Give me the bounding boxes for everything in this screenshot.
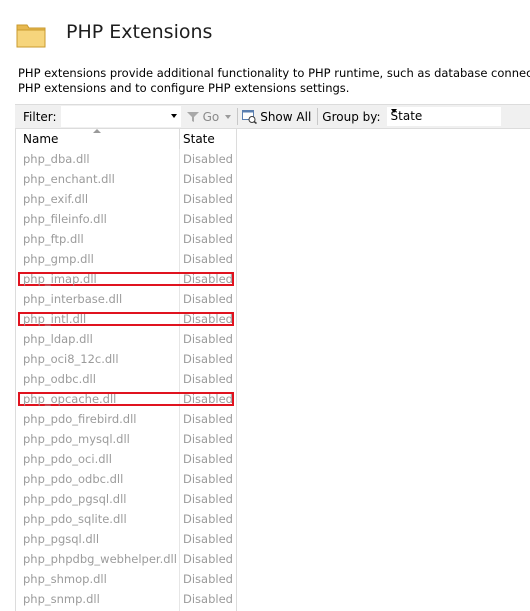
extension-name: php_snmp.dll <box>23 592 100 606</box>
extension-state: Disabled <box>183 452 233 466</box>
table-row[interactable]: php_enchant.dll Disabled <box>16 169 236 189</box>
extension-name: php_interbase.dll <box>23 292 123 306</box>
table-row[interactable]: php_pdo_firebird.dll Disabled <box>16 409 236 429</box>
extension-name: php_pdo_mysql.dll <box>23 432 130 446</box>
table-row[interactable]: php_pdo_pgsql.dll Disabled <box>16 489 236 509</box>
extension-state: Disabled <box>183 272 233 286</box>
extension-state: Disabled <box>183 372 233 386</box>
chevron-down-icon[interactable] <box>170 114 177 118</box>
extension-state: Disabled <box>183 172 233 186</box>
extension-state: Disabled <box>183 472 233 486</box>
extension-state: Disabled <box>183 572 233 586</box>
table-row[interactable]: php_pdo_oci.dll Disabled <box>16 449 236 469</box>
extension-name: php_gmp.dll <box>23 252 94 266</box>
extension-name: php_ftp.dll <box>23 232 84 246</box>
table-row[interactable]: php_shmop.dll Disabled <box>16 569 236 589</box>
table-row[interactable]: php_oci8_12c.dll Disabled <box>16 349 236 369</box>
table-row[interactable]: php_exif.dll Disabled <box>16 189 236 209</box>
table-row[interactable]: php_dba.dll Disabled <box>16 149 236 169</box>
chevron-down-icon[interactable] <box>390 109 397 113</box>
go-button[interactable]: Go <box>186 109 232 124</box>
table-row[interactable]: php_ldap.dll Disabled <box>16 329 236 349</box>
description-line-2: PHP extensions and to configure PHP exte… <box>18 81 350 95</box>
extension-state: Disabled <box>183 592 233 606</box>
extension-name: php_phpdbg_webhelper.dll <box>23 552 177 566</box>
table-row[interactable]: php_pdo_mysql.dll Disabled <box>16 429 236 449</box>
extension-state: Disabled <box>183 252 233 266</box>
show-all-button[interactable]: Show All <box>242 109 312 124</box>
extension-state: Disabled <box>183 332 233 346</box>
page-header: PHP Extensions <box>0 0 530 62</box>
extension-state: Disabled <box>183 512 233 526</box>
extension-state: Disabled <box>183 292 233 306</box>
go-dropdown-icon[interactable] <box>225 114 232 119</box>
filter-toolbar: Filter: Go Show All Group by: State <box>15 104 530 129</box>
table-row[interactable]: php_opcache.dll Disabled <box>16 389 236 409</box>
extension-state: Disabled <box>183 552 233 566</box>
extension-state: Disabled <box>183 432 233 446</box>
filter-combobox[interactable] <box>60 106 181 127</box>
extension-name: php_pgsql.dll <box>23 532 100 546</box>
extensions-grid: Name State php_dba.dll Disabled php_enchan… <box>15 129 237 611</box>
table-row[interactable]: php_pdo_sqlite.dll Disabled <box>16 509 236 529</box>
table-row[interactable]: php_ftp.dll Disabled <box>16 229 236 249</box>
table-row[interactable]: php_pgsql.dll Disabled <box>16 529 236 549</box>
page-description: PHP extensions provide additional functi… <box>18 66 530 96</box>
extension-state: Disabled <box>183 152 233 166</box>
extension-state: Disabled <box>183 232 233 246</box>
extension-name: php_pdo_firebird.dll <box>23 412 137 426</box>
extension-name: php_fileinfo.dll <box>23 212 107 226</box>
group-by-label: Group by: <box>322 109 381 124</box>
extension-state: Disabled <box>183 412 233 426</box>
extension-state: Disabled <box>183 312 233 326</box>
table-row[interactable]: php_phpdbg_webhelper.dll Disabled <box>16 549 236 569</box>
extension-name: php_pdo_odbc.dll <box>23 472 124 486</box>
toolbar-separator <box>317 108 319 125</box>
extension-name: php_exif.dll <box>23 192 89 206</box>
extension-name: php_oci8_12c.dll <box>23 352 119 366</box>
table-row[interactable]: php_fileinfo.dll Disabled <box>16 209 236 229</box>
description-line-1: PHP extensions provide additional functi… <box>18 66 530 80</box>
funnel-icon <box>186 111 199 122</box>
extension-name: php_dba.dll <box>23 152 90 166</box>
extension-name: php_opcache.dll <box>23 392 117 406</box>
extension-name: php_enchant.dll <box>23 172 115 186</box>
extension-name: php_pdo_oci.dll <box>23 452 112 466</box>
table-row[interactable]: php_gmp.dll Disabled <box>16 249 236 269</box>
folder-icon <box>16 24 46 48</box>
extension-state: Disabled <box>183 352 233 366</box>
extension-state: Disabled <box>183 392 233 406</box>
sort-ascending-icon <box>93 129 101 133</box>
table-row[interactable]: php_imap.dll Disabled <box>16 269 236 289</box>
page-title: PHP Extensions <box>66 21 213 43</box>
extension-name: php_ldap.dll <box>23 332 93 346</box>
extension-state: Disabled <box>183 192 233 206</box>
show-all-icon <box>242 109 258 124</box>
extension-name: php_pdo_sqlite.dll <box>23 512 127 526</box>
extension-name: php_intl.dll <box>23 312 87 326</box>
extension-state: Disabled <box>183 212 233 226</box>
go-label: Go <box>202 109 220 124</box>
extension-state: Disabled <box>183 532 233 546</box>
extension-state: Disabled <box>183 492 233 506</box>
table-row[interactable]: php_intl.dll Disabled <box>16 309 236 329</box>
filter-label: Filter: <box>23 109 57 124</box>
table-row[interactable]: php_interbase.dll Disabled <box>16 289 236 309</box>
extension-name: php_pdo_pgsql.dll <box>23 492 127 506</box>
extension-name: php_odbc.dll <box>23 372 96 386</box>
table-row[interactable]: php_pdo_odbc.dll Disabled <box>16 469 236 489</box>
column-header-state[interactable]: State <box>179 129 236 149</box>
show-all-label: Show All <box>260 109 312 124</box>
table-row[interactable]: php_odbc.dll Disabled <box>16 369 236 389</box>
extension-name: php_shmop.dll <box>23 572 107 586</box>
toolbar-separator <box>237 108 239 125</box>
extension-name: php_imap.dll <box>23 272 97 286</box>
table-row[interactable]: php_snmp.dll Disabled <box>16 589 236 609</box>
group-by-combobox[interactable]: State <box>386 107 501 126</box>
